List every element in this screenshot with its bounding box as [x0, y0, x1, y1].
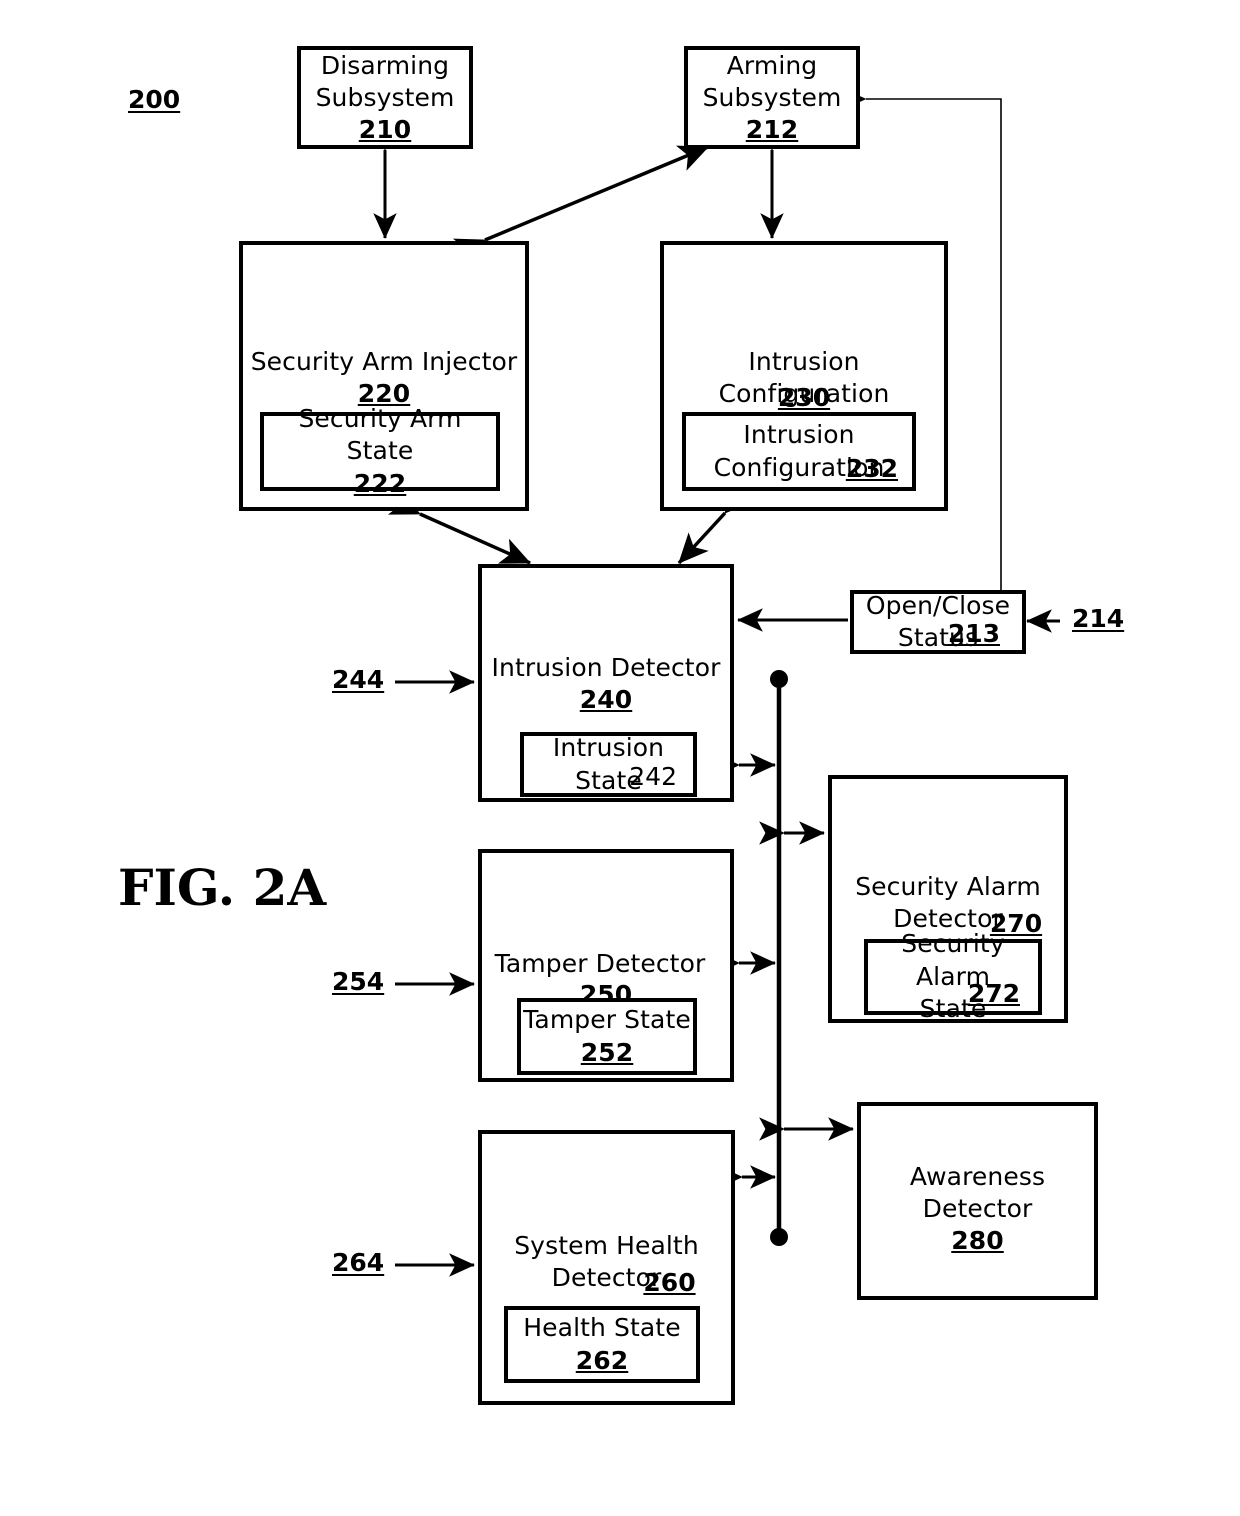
arming-subsystem-title: Arming Subsystem [702, 50, 842, 112]
system-health-detector-ref-wrap: 260 [482, 1268, 731, 1297]
box-intrusion-detector: Intrusion Detector 240 Intrusion State 2… [478, 564, 734, 802]
box-security-alarm-state: Security Alarm State 272 [864, 929, 1042, 1023]
security-arm-injector-title: Security Arm Injector [250, 347, 518, 376]
box-open-close-status: Open/Close Status 213 [850, 590, 1026, 654]
box-intrusion-configuration: Intrusion Configuration 232 [682, 412, 916, 491]
arming-subsystem-ref: 212 [745, 114, 799, 144]
security-arm-state-ref: 222 [353, 468, 407, 498]
box-arming-subsystem: Arming Subsystem 212 [684, 46, 860, 149]
box-tamper-state: Tamper State 252 [517, 998, 697, 1075]
open-close-status-ref-wrap: 213 [948, 619, 1000, 648]
tamper-detector-title: Tamper Detector [494, 949, 706, 978]
central-bus [770, 670, 788, 1246]
intrusion-detector-title: Intrusion Detector [491, 653, 721, 682]
box-system-health-detector: System Health Detector 260 Health State … [478, 1130, 735, 1405]
tamper-state-ref: 252 [580, 1037, 634, 1067]
callout-254: 254 [332, 967, 385, 996]
wire-arminjector-to-intrusiondetector [387, 489, 531, 565]
open-close-status-ref: 213 [947, 619, 1000, 648]
box-security-arm-state: Security Arm State 222 [260, 404, 500, 498]
callout-214: 214 [1072, 604, 1125, 633]
box-security-alarm-detector: Security Alarm Detector 270 Security Ala… [828, 775, 1068, 1023]
box-security-arm-injector: Security Arm Injector 220 Security Arm S… [239, 241, 529, 511]
intrusion-configuration-ref-wrap: 232 [846, 454, 898, 483]
health-state-title: Health State [523, 1313, 681, 1342]
security-arm-state-title: Security Arm State [298, 403, 462, 466]
wire-configinjector-to-intrusiondetector [677, 482, 755, 565]
health-state-ref: 262 [575, 1345, 629, 1375]
intrusion-config-injector-ref-wrap: 230 [664, 383, 944, 412]
callout-244: 244 [332, 665, 385, 694]
wire-arminjector-to-arming [452, 145, 709, 264]
security-alarm-state-ref: 272 [967, 979, 1020, 1008]
box-intrusion-state: Intrusion State 242 [520, 732, 697, 797]
box-intrusion-configuration-injector: Intrusion Configuration Injector 230 Int… [660, 241, 948, 511]
intrusion-detector-ref: 240 [579, 685, 633, 714]
box-tamper-detector: Tamper Detector250 Tamper State 252 [478, 849, 734, 1082]
patent-figure-2a: FIG. 2A 200 244 254 264 214 Disarming Su… [0, 0, 1240, 1516]
figure-caption: FIG. 2A [118, 858, 327, 917]
system-reference-200: 200 [128, 85, 181, 114]
box-disarming-subsystem: Disarming Subsystem 210 [297, 46, 473, 149]
intrusion-config-injector-ref: 230 [777, 383, 831, 412]
intrusion-state-ref-wrap: 242 [629, 762, 677, 791]
disarming-subsystem-ref: 210 [358, 114, 412, 144]
callout-264: 264 [332, 1248, 385, 1277]
security-alarm-state-title: Security Alarm State [901, 929, 1005, 1024]
box-health-state: Health State 262 [504, 1306, 700, 1383]
intrusion-state-ref: 242 [629, 762, 677, 791]
awareness-detector-title: Awareness Detector [909, 1162, 1046, 1223]
intrusion-configuration-ref: 232 [845, 454, 898, 483]
awareness-detector-ref: 280 [951, 1226, 1004, 1255]
box-awareness-detector: Awareness Detector 280 [857, 1102, 1098, 1300]
system-health-detector-ref: 260 [643, 1268, 696, 1297]
disarming-subsystem-title: Disarming Subsystem [315, 50, 455, 112]
security-alarm-state-ref-wrap: 272 [968, 979, 1020, 1008]
tamper-state-title: Tamper State [523, 1005, 691, 1034]
